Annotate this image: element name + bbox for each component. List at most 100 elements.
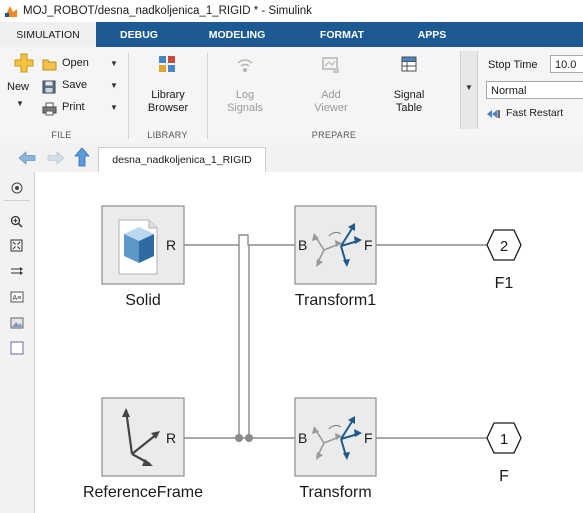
simulink-app-icon bbox=[5, 6, 17, 17]
ribbon-tab-bar: SIMULATION DEBUG MODELING FORMAT APPS bbox=[0, 22, 583, 47]
outport-2-block[interactable]: 2 bbox=[486, 229, 522, 261]
branch-point bbox=[235, 434, 243, 442]
title-bar: MOJ_ROBOT/desna_nadkoljenica_1_RIGID * -… bbox=[0, 0, 583, 23]
svg-text:A≡: A≡ bbox=[12, 295, 21, 302]
add-viewer-label-line1: Add bbox=[321, 89, 341, 101]
add-viewer-button[interactable]: Add Viewer bbox=[301, 53, 361, 123]
library-group-label: LIBRARY bbox=[147, 130, 188, 140]
fast-restart-label: Fast Restart bbox=[506, 107, 564, 119]
model-canvas[interactable]: R R B F B F 2 1 Solid Transform1 F1 Refe… bbox=[35, 172, 583, 513]
tab-debug[interactable]: DEBUG bbox=[96, 22, 182, 47]
print-button[interactable]: Print ▼ bbox=[42, 101, 122, 121]
transform1-block[interactable]: B F bbox=[294, 205, 377, 285]
print-label: Print bbox=[62, 101, 85, 113]
floppy-disk-icon bbox=[42, 80, 56, 94]
file-group: New ▼ Open ▼ Save ▼ Print ▼ FILE bbox=[0, 47, 123, 143]
print-dropdown-icon: ▼ bbox=[110, 103, 118, 112]
connection-transform1-base[interactable] bbox=[238, 234, 295, 246]
outport-2-label[interactable]: F1 bbox=[484, 275, 524, 293]
transform1-block-label[interactable]: Transform1 bbox=[273, 292, 398, 310]
signal-table-label-line2: Table bbox=[395, 102, 423, 114]
new-button[interactable]: New ▼ bbox=[4, 53, 42, 123]
fast-restart-icon bbox=[487, 110, 500, 118]
chevron-down-icon: ▼ bbox=[465, 83, 473, 92]
prepare-group-label: PREPARE bbox=[311, 130, 357, 140]
ribbon-divider bbox=[207, 53, 208, 139]
branch-point bbox=[245, 434, 253, 442]
add-viewer-icon bbox=[322, 57, 339, 73]
up-to-parent-icon[interactable] bbox=[74, 147, 90, 167]
canvas-tool-palette: A≡ bbox=[0, 172, 35, 513]
log-signals-label-line2: Signals bbox=[226, 102, 264, 114]
reference-frame-block-label[interactable]: ReferenceFrame bbox=[63, 484, 223, 502]
transform1-port-b: B bbox=[298, 237, 307, 253]
new-label: New bbox=[7, 81, 30, 93]
back-arrow-icon[interactable] bbox=[18, 151, 36, 165]
ribbon-toolstrip: New ▼ Open ▼ Save ▼ Print ▼ FILE Library… bbox=[0, 47, 583, 144]
log-signals-button[interactable]: Log Signals bbox=[215, 53, 275, 123]
fast-restart-toggle[interactable]: Fast Restart bbox=[486, 107, 583, 123]
tab-modeling[interactable]: MODELING bbox=[182, 22, 292, 47]
palette-divider bbox=[4, 200, 30, 201]
printer-icon bbox=[42, 102, 57, 116]
ribbon-divider bbox=[128, 53, 129, 139]
transform-port-b: B bbox=[298, 430, 307, 446]
tab-simulation[interactable]: SIMULATION bbox=[0, 22, 96, 47]
library-browser-button[interactable]: Library Browser bbox=[134, 53, 202, 123]
reference-frame-port-r: R bbox=[166, 430, 176, 446]
open-label: Open bbox=[62, 57, 89, 69]
outport-1-number: 1 bbox=[500, 431, 508, 448]
transform-block-label[interactable]: Transform bbox=[280, 484, 391, 502]
new-dropdown-icon: ▼ bbox=[16, 99, 24, 108]
prepare-group: Log Signals Add Viewer Signal Table PREP… bbox=[209, 47, 477, 143]
outport-1-block[interactable]: 1 bbox=[486, 422, 522, 454]
outport-2-number: 2 bbox=[500, 238, 508, 255]
forward-arrow-icon[interactable] bbox=[47, 151, 65, 165]
add-viewer-label-line2: Viewer bbox=[314, 102, 348, 114]
signal-table-label-line1: Signal bbox=[393, 89, 425, 101]
tab-apps[interactable]: APPS bbox=[392, 22, 472, 47]
open-dropdown-icon: ▼ bbox=[110, 59, 118, 68]
log-signals-label-line1: Log bbox=[235, 89, 255, 101]
cube-icon bbox=[124, 227, 154, 263]
open-button[interactable]: Open ▼ bbox=[42, 57, 122, 77]
file-group-label: FILE bbox=[51, 130, 72, 140]
tab-format[interactable]: FORMAT bbox=[292, 22, 392, 47]
prepare-gallery-expand-button[interactable]: ▼ bbox=[460, 51, 478, 129]
simulate-group: Stop Time 10.0 Normal Fast Restart bbox=[480, 47, 583, 143]
save-button[interactable]: Save ▼ bbox=[42, 79, 122, 99]
library-browser-label-line2: Browser bbox=[147, 102, 189, 114]
library-browser-label-line1: Library bbox=[151, 89, 185, 101]
annotation-icon[interactable]: A≡ bbox=[9, 289, 24, 304]
transform-block[interactable]: B F bbox=[294, 397, 377, 477]
new-plus-icon bbox=[14, 53, 34, 73]
signal-table-icon bbox=[401, 56, 417, 72]
signal-table-button[interactable]: Signal Table bbox=[379, 53, 439, 123]
solid-block[interactable]: R bbox=[101, 205, 185, 285]
zoom-in-icon[interactable] bbox=[9, 214, 24, 229]
diagram-svg: R R B F B F 2 1 bbox=[101, 205, 522, 477]
stop-time-label: Stop Time bbox=[488, 59, 538, 71]
image-icon[interactable] bbox=[9, 315, 24, 330]
simulation-mode-select[interactable]: Normal bbox=[486, 81, 583, 99]
transform-port-f: F bbox=[364, 430, 373, 446]
solid-block-label[interactable]: Solid bbox=[105, 292, 181, 310]
breadcrumb-model-tab[interactable]: desna_nadkoljenica_1_RIGID bbox=[98, 147, 266, 172]
window-title: MOJ_ROBOT/desna_nadkoljenica_1_RIGID * -… bbox=[23, 5, 312, 17]
model-navigation-bar: desna_nadkoljenica_1_RIGID bbox=[0, 143, 583, 173]
show-signal-flow-icon[interactable] bbox=[9, 263, 24, 278]
folder-icon bbox=[42, 59, 57, 71]
hide-explorer-bar-icon[interactable] bbox=[9, 180, 24, 195]
reference-frame-block[interactable]: R bbox=[101, 397, 185, 477]
stop-time-input[interactable]: 10.0 bbox=[550, 55, 583, 73]
connection-solid-frame[interactable] bbox=[184, 244, 240, 438]
library-group: Library Browser LIBRARY bbox=[130, 47, 205, 143]
area-icon[interactable] bbox=[9, 340, 24, 355]
solid-port-r: R bbox=[166, 237, 176, 253]
save-label: Save bbox=[62, 79, 88, 91]
transform1-port-f: F bbox=[364, 237, 373, 253]
library-browser-icon bbox=[159, 56, 175, 72]
outport-1-label[interactable]: F bbox=[484, 468, 524, 486]
log-signals-icon bbox=[237, 59, 253, 72]
fit-to-view-icon[interactable] bbox=[9, 238, 24, 253]
